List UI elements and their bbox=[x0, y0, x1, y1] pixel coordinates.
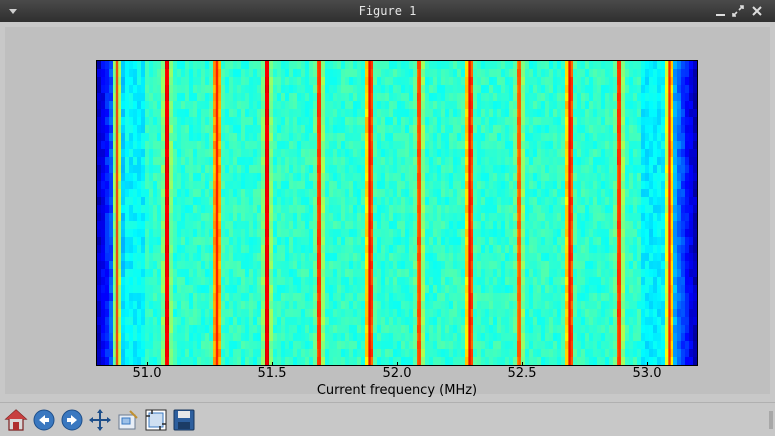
back-arrow-icon bbox=[33, 409, 55, 431]
back-button[interactable] bbox=[31, 407, 57, 433]
spectral-line bbox=[418, 61, 421, 365]
spectral-line bbox=[215, 61, 219, 365]
spectral-line bbox=[165, 61, 169, 365]
resize-grip[interactable] bbox=[769, 411, 773, 429]
window-titlebar: Figure 1 bbox=[0, 0, 775, 22]
minimize-icon[interactable] bbox=[713, 3, 729, 19]
spectral-line bbox=[368, 61, 371, 365]
spectral-line bbox=[668, 61, 671, 365]
floppy-disk-icon bbox=[173, 409, 195, 431]
home-icon bbox=[4, 409, 28, 431]
spectrogram-image bbox=[97, 61, 697, 365]
pan-arrows-icon bbox=[89, 409, 111, 431]
forward-arrow-icon bbox=[61, 409, 83, 431]
spectral-line bbox=[518, 61, 521, 365]
spectral-line bbox=[468, 61, 471, 365]
forward-button[interactable] bbox=[59, 407, 85, 433]
spectral-line bbox=[115, 61, 119, 365]
spectral-line bbox=[265, 61, 269, 365]
configure-subplots-button[interactable] bbox=[143, 407, 169, 433]
close-icon[interactable] bbox=[749, 3, 765, 19]
zoom-rect-icon bbox=[118, 410, 138, 430]
save-button[interactable] bbox=[171, 407, 197, 433]
pan-button[interactable] bbox=[87, 407, 113, 433]
spectrogram-plot[interactable] bbox=[96, 60, 698, 366]
zoom-button[interactable] bbox=[115, 407, 141, 433]
x-axis-label: Current frequency (MHz) bbox=[316, 383, 478, 398]
spectral-line bbox=[568, 61, 571, 365]
maximize-icon[interactable] bbox=[730, 3, 746, 19]
spectral-line bbox=[318, 61, 321, 365]
subplots-icon bbox=[145, 409, 167, 431]
home-button[interactable] bbox=[3, 407, 29, 433]
window-title: Figure 1 bbox=[358, 4, 417, 18]
spectral-line bbox=[618, 61, 621, 365]
navigation-toolbar bbox=[0, 402, 775, 436]
